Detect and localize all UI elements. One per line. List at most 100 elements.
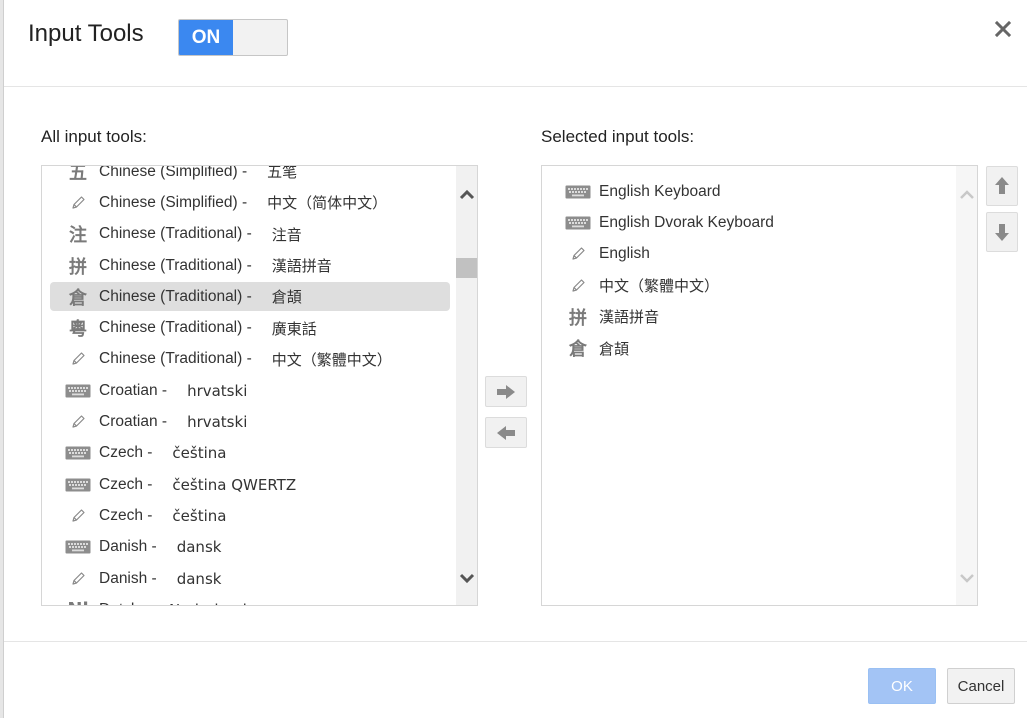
zhuyin-icon: 注	[69, 225, 87, 247]
input-tool-language: Czech -	[99, 475, 153, 493]
input-tool-language: Chinese (Simplified) -	[99, 165, 248, 180]
input-tool-language: Croatian -	[99, 381, 168, 399]
input-tool-native-name: 注音	[271, 225, 302, 244]
footer-divider	[4, 641, 1027, 642]
input-tool-native-name: čeština	[172, 506, 227, 525]
input-tool-native-name: 漢語拼音	[271, 257, 332, 276]
input-tool-native-name: čeština	[172, 444, 227, 463]
pencil-icon	[63, 192, 93, 214]
input-tool-language: Chinese (Traditional) -	[99, 287, 252, 305]
scroll-down-button[interactable]	[956, 567, 977, 588]
selected-list-scrollbar[interactable]	[956, 166, 977, 605]
selected-tool-item[interactable]: English	[542, 239, 956, 270]
input-tool-item[interactable]: 粵 Chinese (Traditional) - 廣東話	[42, 312, 456, 343]
selected-tool-label: 倉頡	[599, 339, 630, 358]
input-tools-toggle[interactable]: ON	[178, 19, 288, 56]
arrow-left-icon	[497, 425, 515, 440]
pinyin-icon: 拼	[69, 256, 87, 278]
pencil-icon	[63, 505, 93, 527]
input-tool-language: Croatian -	[99, 413, 168, 431]
selected-tool-label: English Dvorak Keyboard	[599, 213, 774, 231]
move-up-button[interactable]	[986, 166, 1018, 206]
selected-tool-item[interactable]: 中文（繁體中文）	[542, 270, 956, 301]
cantonese-icon: 粵	[69, 319, 87, 341]
wubi-icon: 五	[69, 165, 87, 184]
input-tool-language: Czech -	[99, 444, 153, 462]
selected-tool-item[interactable]: 拼漢語拼音	[542, 301, 956, 332]
add-input-tool-button[interactable]	[485, 376, 527, 407]
input-tool-language: Dutch -	[99, 601, 149, 605]
input-tool-language: Chinese (Traditional) -	[99, 256, 252, 274]
chevron-down-icon	[459, 573, 474, 583]
input-tool-item[interactable]: Danish - dansk	[42, 563, 456, 594]
input-tool-language: Danish -	[99, 538, 157, 556]
input-tool-item[interactable]: Croatian - hrvatski	[42, 375, 456, 406]
chevron-up-icon	[459, 189, 474, 199]
pencil-icon	[63, 411, 93, 433]
input-tool-language: Danish -	[99, 569, 157, 587]
input-tool-item[interactable]: 五 Chinese (Simplified) - 五笔	[42, 165, 456, 187]
input-tool-native-name: hrvatski	[187, 381, 248, 400]
selected-tool-label: English	[599, 245, 650, 263]
input-tool-item[interactable]: 注 Chinese (Traditional) - 注音	[42, 219, 456, 250]
input-tool-item[interactable]: Chinese (Traditional) - 中文（繁體中文）	[42, 344, 456, 375]
pencil-icon	[63, 348, 93, 370]
chevron-up-icon	[959, 189, 974, 199]
input-tool-language: Chinese (Traditional) -	[99, 319, 252, 337]
arrow-down-icon	[995, 224, 1009, 241]
input-tool-native-name: 五笔	[267, 165, 298, 182]
pencil-icon	[563, 243, 593, 265]
arrow-right-icon	[497, 384, 515, 399]
input-tool-native-name: dansk	[176, 569, 222, 588]
keyboard-icon	[563, 181, 593, 203]
all-input-tools-rows: 五 Chinese (Simplified) - 五笔 Chinese (Simpli…	[42, 165, 456, 605]
pencil-icon	[563, 275, 593, 297]
input-tool-language: Chinese (Traditional) -	[99, 225, 252, 243]
selected-tool-label: English Keyboard	[599, 182, 721, 200]
input-tool-language: Chinese (Traditional) -	[99, 350, 252, 368]
input-tool-item[interactable]: Chinese (Simplified) - 中文（简体中文）	[42, 187, 456, 218]
dialog-title: Input Tools	[28, 20, 144, 47]
selected-input-tools-list[interactable]: English Keyboard English Dvorak Keyboard E…	[541, 165, 978, 606]
scroll-up-button[interactable]	[956, 183, 977, 204]
scroll-up-button[interactable]	[456, 183, 477, 204]
input-tool-item[interactable]: Croatian - hrvatski	[42, 406, 456, 437]
all-list-scrollbar[interactable]	[456, 166, 477, 605]
scroll-thumb[interactable]	[456, 258, 477, 278]
selected-tool-label: 漢語拼音	[599, 308, 660, 327]
close-button[interactable]	[992, 18, 1014, 40]
ok-button[interactable]: OK	[868, 668, 936, 704]
all-input-tools-list[interactable]: 五 Chinese (Simplified) - 五笔 Chinese (Simpli…	[41, 165, 478, 606]
selected-tool-item[interactable]: English Dvorak Keyboard	[542, 207, 956, 238]
input-tool-item[interactable]: Danish - dansk	[42, 532, 456, 563]
input-tool-native-name: dansk	[176, 538, 222, 557]
all-input-tools-label: All input tools:	[41, 127, 147, 146]
chevron-down-icon	[959, 573, 974, 583]
arrow-up-icon	[995, 177, 1009, 194]
dutch-icon: Nl	[63, 599, 93, 605]
cancel-button[interactable]: Cancel	[947, 668, 1015, 704]
input-tools-dialog: Input Tools ON All input tools: Selected…	[4, 0, 1027, 718]
remove-input-tool-button[interactable]	[485, 417, 527, 448]
keyboard-icon	[63, 442, 93, 464]
input-tool-item[interactable]: 倉 Chinese (Traditional) - 倉頡	[42, 281, 456, 312]
input-tool-native-name: Nederlands	[169, 601, 255, 605]
input-tool-item[interactable]: Czech - čeština	[42, 500, 456, 531]
input-tool-item[interactable]: Czech - čeština QWERTZ	[42, 469, 456, 500]
input-tool-item[interactable]: 拼 Chinese (Traditional) - 漢語拼音	[42, 250, 456, 281]
keyboard-icon	[63, 536, 93, 558]
pinyin-icon: 拼	[569, 307, 587, 329]
selected-tool-item[interactable]: English Keyboard	[542, 176, 956, 207]
keyboard-icon	[63, 380, 93, 402]
input-tool-item[interactable]: Nl Dutch - Nederlands	[42, 594, 456, 605]
scroll-down-button[interactable]	[456, 567, 477, 588]
input-tool-item[interactable]: Czech - čeština	[42, 438, 456, 469]
input-tool-native-name: 廣東話	[271, 319, 317, 338]
input-tool-native-name: 倉頡	[271, 288, 302, 307]
toggle-on-label: ON	[179, 20, 233, 55]
selected-input-tools-label: Selected input tools:	[541, 127, 695, 146]
input-tool-native-name: čeština QWERTZ	[172, 475, 297, 494]
selected-tool-item[interactable]: 倉倉頡	[542, 332, 956, 363]
pencil-icon	[63, 568, 93, 590]
move-down-button[interactable]	[986, 212, 1018, 252]
